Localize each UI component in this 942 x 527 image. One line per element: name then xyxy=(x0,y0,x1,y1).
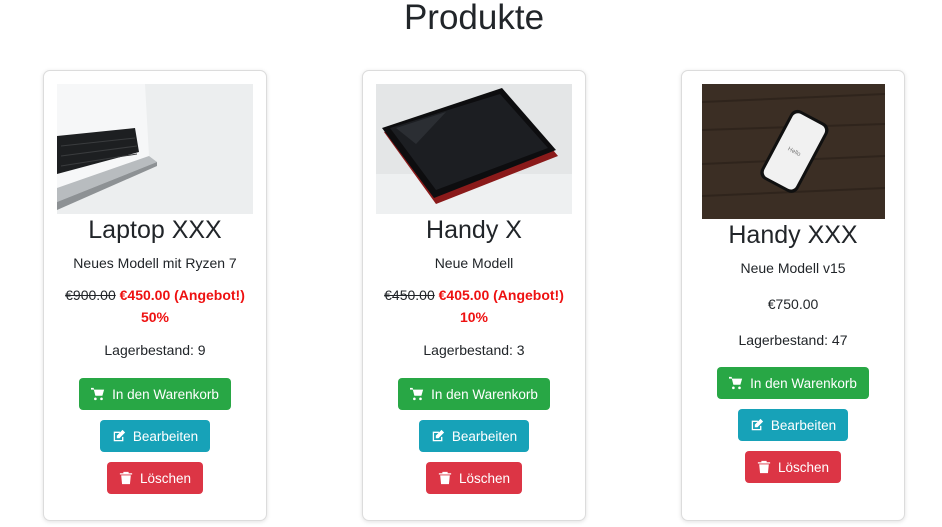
edit-label: Bearbeiten xyxy=(770,417,837,433)
trash-icon xyxy=(757,460,771,474)
cart-icon xyxy=(410,387,424,401)
page-title: Produkte xyxy=(403,0,545,37)
add-to-cart-label: In den Warenkorb xyxy=(750,375,857,391)
cart-icon xyxy=(91,387,105,401)
edit-button[interactable]: Bearbeiten xyxy=(99,420,211,452)
edit-icon xyxy=(432,429,444,442)
cart-icon xyxy=(729,376,743,390)
add-to-cart-button[interactable]: In den Warenkorb xyxy=(398,378,550,410)
stock-level: Lagerbestand: 3 xyxy=(423,342,525,358)
add-to-cart-label: In den Warenkorb xyxy=(112,386,219,402)
add-to-cart-label: In den Warenkorb xyxy=(431,386,538,402)
edit-label: Bearbeiten xyxy=(132,428,199,444)
trash-icon xyxy=(119,471,133,485)
product-image-laptop xyxy=(57,84,253,214)
product-name: Handy X xyxy=(426,216,522,244)
stock-level: Lagerbestand: 47 xyxy=(738,332,848,348)
product-name: Handy XXX xyxy=(728,221,858,249)
add-to-cart-button[interactable]: In den Warenkorb xyxy=(717,367,869,399)
product-card-handy-x: Handy X Neue Modell €450.00 €405.00 (Ang… xyxy=(362,70,586,521)
product-description: Neues Modell mit Ryzen 7 xyxy=(73,255,237,271)
product-description: Neue Modell xyxy=(434,255,514,271)
delete-button[interactable]: Löschen xyxy=(744,451,842,483)
stock-level: Lagerbestand: 9 xyxy=(104,342,206,358)
product-image-phone xyxy=(376,84,572,214)
edit-button[interactable]: Bearbeiten xyxy=(418,420,530,452)
product-card-laptop-xxx: Laptop XXX Neues Modell mit Ryzen 7 €900… xyxy=(43,70,267,521)
product-image-phone-wood: Hello xyxy=(701,84,885,219)
phone-photo-icon xyxy=(376,84,572,214)
phone-on-wood-photo-icon: Hello xyxy=(701,84,885,219)
edit-button[interactable]: Bearbeiten xyxy=(737,409,849,441)
old-price: €450.00 xyxy=(384,287,435,303)
discount-percent: 50% xyxy=(140,309,170,325)
product-name: Laptop XXX xyxy=(88,216,222,244)
delete-label: Löschen xyxy=(458,470,511,486)
trash-icon xyxy=(438,471,452,485)
product-description: Neue Modell v15 xyxy=(740,260,846,276)
delete-label: Löschen xyxy=(777,459,830,475)
add-to-cart-button[interactable]: In den Warenkorb xyxy=(79,378,231,410)
offer-price: €405.00 (Angebot!) xyxy=(438,287,564,303)
old-price: €900.00 xyxy=(65,287,116,303)
delete-button[interactable]: Löschen xyxy=(425,462,523,494)
product-card-handy-xxx: Hello Handy XXX Neue Modell v15 €750.00 … xyxy=(681,70,905,521)
delete-label: Löschen xyxy=(139,470,192,486)
edit-label: Bearbeiten xyxy=(451,428,518,444)
discount-percent: 10% xyxy=(459,309,489,325)
laptop-photo-icon xyxy=(57,84,253,214)
edit-icon xyxy=(751,418,763,431)
product-price: €450.00 €405.00 (Angebot!) 10% xyxy=(374,284,574,328)
offer-price: €450.00 (Angebot!) xyxy=(119,287,245,303)
delete-button[interactable]: Löschen xyxy=(106,462,204,494)
product-price: €900.00 €450.00 (Angebot!) 50% xyxy=(55,284,255,328)
edit-icon xyxy=(113,429,125,442)
product-price: €750.00 xyxy=(767,296,819,312)
